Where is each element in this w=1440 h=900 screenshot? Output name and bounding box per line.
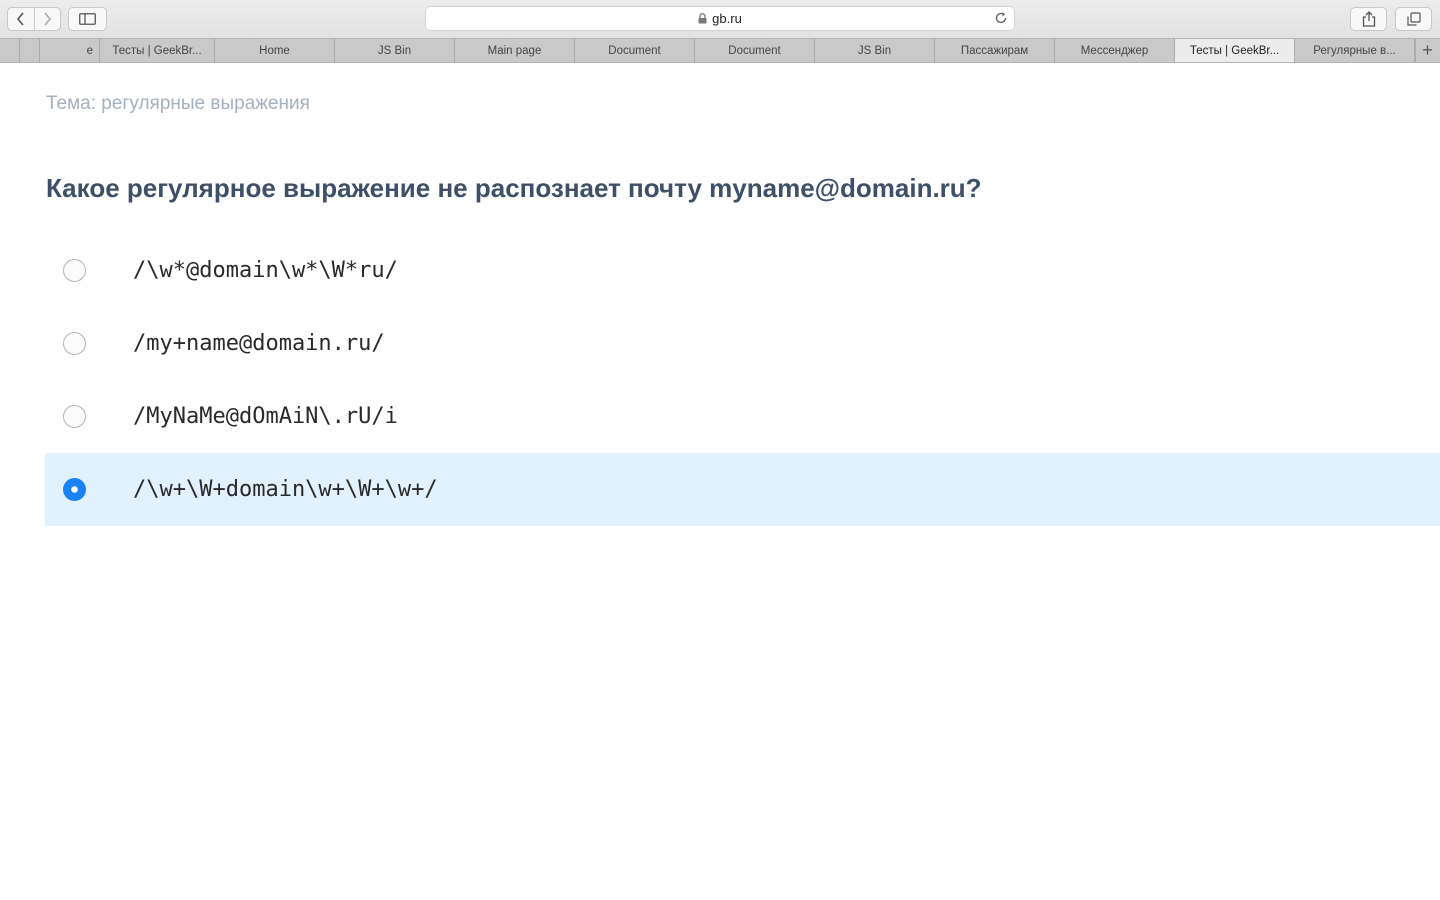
option-text: /my+name@domain.ru/ xyxy=(133,331,385,356)
answer-option[interactable]: /my+name@domain.ru/ xyxy=(45,307,1440,380)
tab-label: Document xyxy=(728,44,781,57)
tab-label: е xyxy=(86,44,93,57)
question-title: Какое регулярное выражение не распознает… xyxy=(46,173,982,203)
lock-icon xyxy=(698,13,707,24)
answer-option[interactable]: /\w+\W+domain\w+\W+\w+/ xyxy=(45,453,1440,526)
chevron-right-icon xyxy=(44,12,52,26)
option-text: /MyNaMe@dOmAiN\.rU/i xyxy=(133,404,398,429)
radio-button[interactable] xyxy=(63,332,86,355)
sidebar-button[interactable] xyxy=(68,7,107,31)
answer-options: /\w*@domain\w*\W*ru/ /my+name@domain.ru/ /… xyxy=(45,234,1440,526)
sidebar-icon xyxy=(79,13,96,25)
nav-buttons xyxy=(7,7,61,31)
browser-tab[interactable]: Main page xyxy=(455,39,575,62)
browser-tab[interactable]: Document xyxy=(575,39,695,62)
tab-label: Home xyxy=(259,44,290,57)
tab-bar: е Тесты | GeekBr... Home JS Bin Main page Doc… xyxy=(0,38,1440,63)
chevron-left-icon xyxy=(16,12,24,26)
forward-button[interactable] xyxy=(33,8,61,30)
tabs-overview-button[interactable] xyxy=(1395,7,1432,31)
new-tab-button[interactable]: + xyxy=(1415,39,1439,62)
browser-tab[interactable] xyxy=(0,39,20,62)
tabs-overview-icon xyxy=(1406,12,1421,26)
topic-label: Тема: регулярные выражения xyxy=(46,93,310,114)
tab-label: Пассажирам xyxy=(960,44,1029,57)
radio-button[interactable] xyxy=(63,259,86,282)
radio-button[interactable] xyxy=(63,405,86,428)
browser-tab[interactable]: Home xyxy=(215,39,335,62)
back-button[interactable] xyxy=(8,8,34,30)
browser-tab[interactable]: Регулярные в... xyxy=(1295,39,1415,62)
browser-toolbar: gb.ru xyxy=(0,0,1440,38)
tab-label: Тесты | GeekBr... xyxy=(1189,44,1280,57)
radio-button[interactable] xyxy=(63,478,86,501)
tab-label: Мессенджер xyxy=(1080,44,1149,57)
browser-tab[interactable]: Тесты | GeekBr... xyxy=(1175,39,1295,62)
share-button[interactable] xyxy=(1350,7,1387,31)
reload-icon[interactable] xyxy=(994,11,1008,25)
tab-label: Main page xyxy=(487,44,542,57)
tab-label: Тесты | GeekBr... xyxy=(112,44,202,57)
browser-tab[interactable]: JS Bin xyxy=(335,39,455,62)
option-text: /\w+\W+domain\w+\W+\w+/ xyxy=(133,477,438,502)
address-bar[interactable]: gb.ru xyxy=(425,6,1015,31)
browser-tab[interactable]: е xyxy=(40,39,100,62)
browser-tab[interactable]: JS Bin xyxy=(815,39,935,62)
answer-option[interactable]: /\w*@domain\w*\W*ru/ xyxy=(45,234,1440,307)
browser-tab[interactable]: Тесты | GeekBr... xyxy=(100,39,215,62)
option-text: /\w*@domain\w*\W*ru/ xyxy=(133,258,398,283)
browser-tab[interactable]: Мессенджер xyxy=(1055,39,1175,62)
tab-label: JS Bin xyxy=(857,44,892,57)
browser-tab[interactable] xyxy=(20,39,40,62)
tab-label: JS Bin xyxy=(377,44,412,57)
browser-tab[interactable]: Пассажирам xyxy=(935,39,1055,62)
url-text: gb.ru xyxy=(712,11,742,26)
tab-label: Регулярные в... xyxy=(1313,44,1396,57)
answer-option[interactable]: /MyNaMe@dOmAiN\.rU/i xyxy=(45,380,1440,453)
browser-tab[interactable]: Document xyxy=(695,39,815,62)
share-icon xyxy=(1362,11,1375,27)
tab-label: Document xyxy=(608,44,661,57)
